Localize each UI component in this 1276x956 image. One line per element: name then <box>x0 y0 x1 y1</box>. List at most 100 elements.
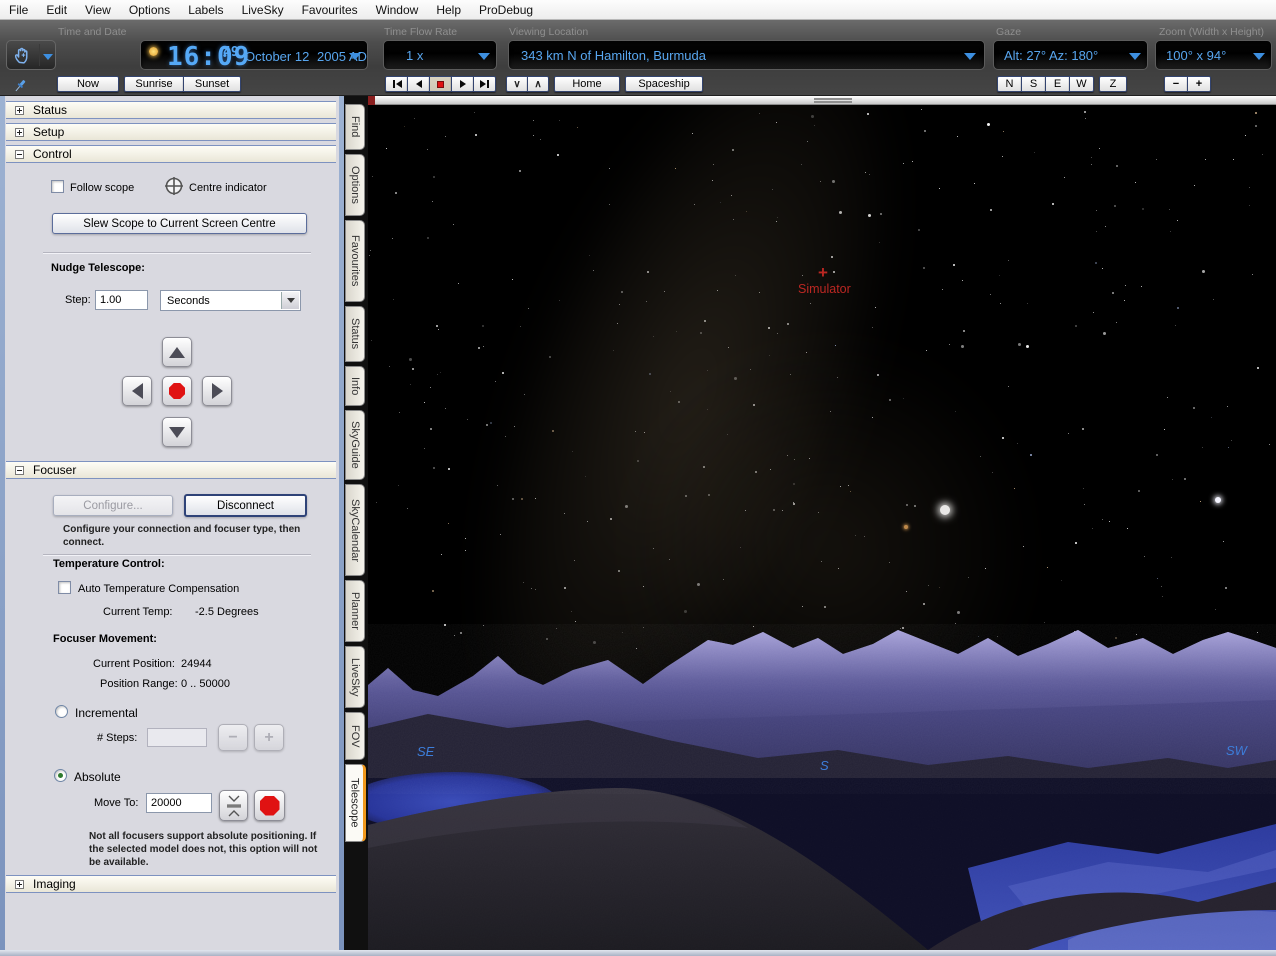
tab-favourites[interactable]: Favourites <box>345 220 365 302</box>
star <box>1084 504 1086 505</box>
section-setup[interactable]: Setup <box>6 123 336 141</box>
star <box>1192 407 1195 410</box>
sunset-button[interactable]: Sunset <box>183 76 241 92</box>
select-dropdown-button[interactable] <box>281 292 299 309</box>
steps-input[interactable] <box>147 728 207 747</box>
gaze-south-button[interactable]: S <box>1021 76 1046 92</box>
cursor-tool-button[interactable] <box>6 40 56 70</box>
nudge-left-button[interactable] <box>122 376 152 406</box>
time-flow-dropdown-icon[interactable] <box>478 53 490 60</box>
nudge-right-button[interactable] <box>202 376 232 406</box>
menu-prodebug[interactable]: ProDebug <box>470 0 542 20</box>
tab-find[interactable]: Find <box>345 104 365 150</box>
menu-labels[interactable]: Labels <box>179 0 232 20</box>
star <box>440 372 442 373</box>
altitude-down-button[interactable]: ∨ <box>506 76 528 92</box>
step-unit-select[interactable]: Seconds <box>160 290 301 311</box>
tab-telescope[interactable]: Telescope <box>345 764 366 842</box>
gaze-east-button[interactable]: E <box>1045 76 1070 92</box>
follow-scope-checkbox[interactable] <box>51 180 64 193</box>
current-position-label: Current Position: <box>93 658 175 670</box>
tab-info[interactable]: Info <box>345 366 365 406</box>
expand-icon[interactable] <box>15 105 24 115</box>
zoom-out-button[interactable]: − <box>1164 76 1188 92</box>
section-focuser[interactable]: Focuser <box>6 461 336 479</box>
sunrise-button[interactable]: Sunrise <box>124 76 184 92</box>
section-status[interactable]: Status <box>6 101 336 119</box>
spaceship-button[interactable]: Spaceship <box>625 76 703 92</box>
star <box>1226 406 1228 408</box>
gaze-west-button[interactable]: W <box>1069 76 1094 92</box>
slew-scope-button[interactable]: Slew Scope to Current Screen Centre <box>52 213 307 234</box>
grabber-handle-icon[interactable] <box>814 98 852 103</box>
menu-options[interactable]: Options <box>120 0 179 20</box>
move-to-position-button[interactable] <box>219 790 248 821</box>
date-dropdown-icon[interactable] <box>349 53 361 60</box>
tab-options[interactable]: Options <box>345 154 365 216</box>
home-button[interactable]: Home <box>554 76 620 92</box>
stop-octagon-icon <box>169 383 185 399</box>
auto-temp-checkbox[interactable] <box>58 581 71 594</box>
zoom-in-button[interactable]: + <box>1187 76 1211 92</box>
menu-file[interactable]: File <box>0 0 37 20</box>
step-input[interactable] <box>95 290 148 310</box>
play-reverse-button[interactable] <box>407 76 430 92</box>
menu-livesky[interactable]: LiveSky <box>233 0 293 20</box>
gaze-zenith-button[interactable]: Z <box>1099 76 1127 92</box>
altitude-up-button[interactable]: ∧ <box>527 76 549 92</box>
tab-status[interactable]: Status <box>345 306 365 362</box>
centre-indicator-icon[interactable] <box>163 175 185 197</box>
star <box>1143 556 1145 558</box>
section-control[interactable]: Control <box>6 145 336 163</box>
expand-icon[interactable] <box>15 127 24 137</box>
menu-favourites[interactable]: Favourites <box>293 0 367 20</box>
absolute-radio[interactable] <box>54 769 67 782</box>
menu-view[interactable]: View <box>76 0 120 20</box>
play-forward-button[interactable] <box>451 76 474 92</box>
menu-window[interactable]: Window <box>367 0 428 20</box>
location-dropdown-icon[interactable] <box>964 53 976 60</box>
steps-decrement-button[interactable]: − <box>218 724 248 751</box>
tab-planner[interactable]: Planner <box>345 580 365 642</box>
section-imaging-label: Imaging <box>33 877 76 891</box>
nudge-down-button[interactable] <box>162 417 192 447</box>
stop-time-button[interactable] <box>429 76 452 92</box>
zoom-well[interactable]: 100° x 94° <box>1155 40 1272 70</box>
incremental-radio[interactable] <box>55 705 68 718</box>
step-back-button[interactable] <box>385 76 408 92</box>
auto-temp-label: Auto Temperature Compensation <box>78 583 240 595</box>
star <box>1256 366 1259 369</box>
collapse-icon[interactable] <box>15 149 24 159</box>
expand-icon[interactable] <box>15 879 24 889</box>
step-forward-button[interactable] <box>473 76 496 92</box>
viewing-location-well[interactable]: 343 km N of Hamilton, Burmuda <box>508 40 985 70</box>
configure-button[interactable]: Configure... <box>53 495 173 516</box>
disconnect-button[interactable]: Disconnect <box>184 494 307 517</box>
gaze-well[interactable]: Alt: 27° Az: 180° <box>993 40 1148 70</box>
steps-increment-button[interactable]: + <box>254 724 284 751</box>
time-flow-well[interactable]: 1 x <box>383 40 497 70</box>
menu-edit[interactable]: Edit <box>37 0 76 20</box>
tab-livesky[interactable]: LiveSky <box>345 646 365 708</box>
tab-fov[interactable]: FOV <box>345 712 365 760</box>
collapse-icon[interactable] <box>15 465 24 475</box>
menu-help[interactable]: Help <box>427 0 470 20</box>
telescope-marker[interactable]: + Simulator <box>798 264 851 296</box>
follow-scope-label: Follow scope <box>70 182 135 194</box>
time-date-well[interactable]: 16:09 49 October 12 2005 AD <box>140 40 368 72</box>
tab-skycalendar[interactable]: SkyCalendar <box>345 484 365 576</box>
focuser-stop-button[interactable] <box>254 790 285 821</box>
nudge-up-button[interactable] <box>162 337 192 367</box>
zoom-dropdown-icon[interactable] <box>1253 53 1265 60</box>
tab-skyguide[interactable]: SkyGuide <box>345 410 365 480</box>
gaze-north-button[interactable]: N <box>997 76 1022 92</box>
move-to-input[interactable] <box>146 793 212 813</box>
toolbar-collapse-strip[interactable] <box>368 96 1276 105</box>
star <box>1102 267 1104 269</box>
star <box>1134 181 1136 183</box>
gaze-dropdown-icon[interactable] <box>1129 53 1141 60</box>
section-imaging[interactable]: Imaging <box>6 875 336 893</box>
nudge-stop-button[interactable] <box>162 376 192 406</box>
now-button[interactable]: Now <box>57 76 119 92</box>
sky-view[interactable]: + Simulator SE S SW <box>368 96 1276 950</box>
